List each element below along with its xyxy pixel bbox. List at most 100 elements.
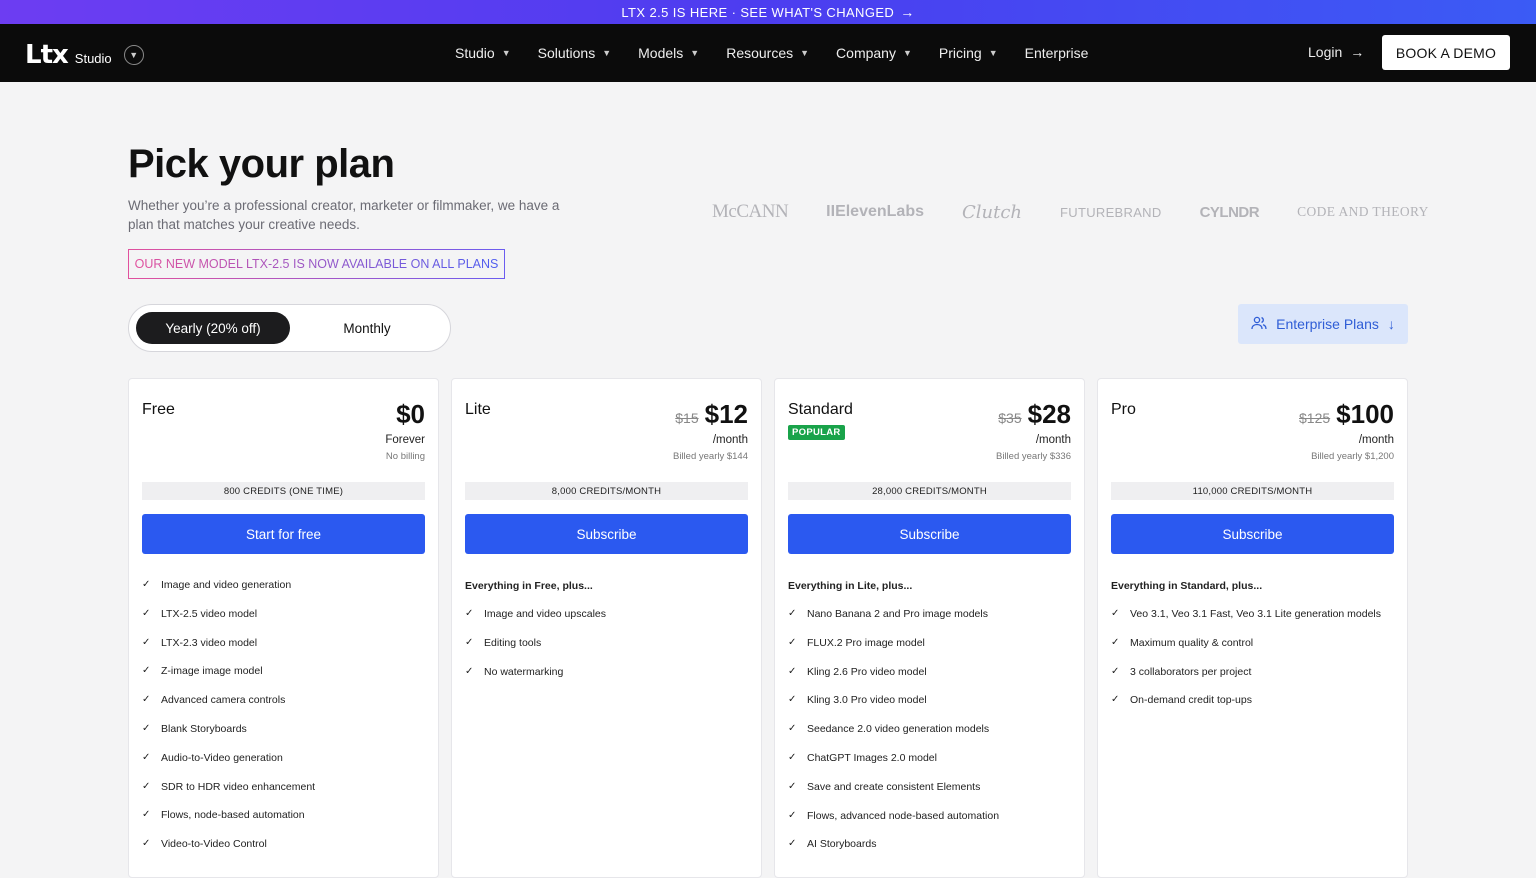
features-heading: Everything in Free, plus...: [465, 580, 593, 592]
feature-text: AI Storyboards: [807, 838, 877, 851]
nav-item-pricing[interactable]: Pricing ▼: [939, 45, 998, 61]
model-banner-text: OUR NEW MODEL LTX-2.5 IS NOW AVAILABLE O…: [134, 257, 499, 271]
feature-text: Video-to-Video Control: [161, 838, 267, 851]
feature-item: ✓ 3 collaborators per project: [1111, 666, 1401, 695]
plan-card-lite: Lite $15 $12/month Billed yearly $144 8,000 …: [451, 378, 762, 878]
feature-item: ✓ Editing tools: [465, 637, 755, 666]
feature-text: Image and video generation: [161, 579, 292, 591]
logo-sub: Studio: [74, 50, 112, 66]
billing-note: Billed yearly $144: [673, 451, 748, 462]
feature-text: Save and create consistent Elements: [807, 780, 981, 793]
logo[interactable]: Ltx Studio ▼: [25, 40, 144, 70]
chevron-down-icon[interactable]: ▼: [123, 45, 144, 65]
book-demo-button[interactable]: BOOK A DEMO: [1382, 35, 1510, 70]
feature-item: ✓ Z-image image model: [142, 665, 432, 694]
page-title: Pick your plan: [128, 142, 395, 186]
feature-item: ✓ Flows, advanced node-based automation: [788, 810, 1078, 839]
feature-text: Kling 2.6 Pro video model: [807, 665, 927, 678]
feature-text: Seedance 2.0 video generation models: [807, 723, 990, 736]
plan-price: $28: [1027, 399, 1071, 429]
brand-logo-cylndr: CYLNDR: [1199, 203, 1260, 221]
plan-card-standard: Standard POPULAR $35 $28/month Billed yearly…: [774, 378, 1085, 878]
feature-item: ✓ AI Storyboards: [788, 838, 1078, 867]
plan-price: $12: [704, 399, 748, 429]
plan-name: Standard: [788, 401, 853, 418]
check-icon: ✓: [142, 751, 151, 763]
plan-name: Free: [142, 401, 175, 418]
login-link[interactable]: Login →: [1308, 44, 1364, 60]
brand-logo-code-and-theory: CODE AND THEORY: [1297, 204, 1429, 219]
features-heading: Everything in Standard, plus...: [1111, 580, 1263, 592]
chevron-down-icon: ▼: [602, 48, 612, 58]
feature-item: ✓ Save and create consistent Elements: [788, 781, 1078, 810]
check-icon: ✓: [142, 838, 151, 850]
feature-list: ✓ Image and video upscales ✓ Editing tools ✓…: [465, 608, 755, 694]
subscribe-button[interactable]: Subscribe: [1111, 514, 1394, 554]
check-icon: ✓: [142, 607, 151, 619]
features-heading: Everything in Lite, plus...: [788, 580, 913, 592]
arrow-right-icon: →: [900, 4, 915, 20]
nav-item-label: Pricing: [938, 45, 982, 61]
billing-yearly-option[interactable]: Yearly (20% off): [136, 312, 290, 344]
feature-item: ✓ Kling 3.0 Pro video model: [788, 694, 1078, 723]
nav-item-enterprise[interactable]: Enterprise: [1025, 45, 1089, 61]
billing-monthly-option[interactable]: Monthly: [290, 312, 444, 344]
check-icon: ✓: [1111, 665, 1120, 677]
check-icon: ✓: [788, 636, 797, 648]
nav-item-label: Company: [836, 45, 896, 61]
nav-item-models[interactable]: Models ▼: [638, 45, 699, 61]
top-nav: Ltx Studio ▼ Studio ▼ Solutions ▼ Models ▼ Res…: [0, 24, 1536, 82]
feature-text: Kling 3.0 Pro video model: [807, 694, 927, 707]
credits-badge: 800 CREDITS (ONE TIME): [142, 482, 425, 500]
feature-item: ✓ Image and video generation: [142, 579, 432, 608]
brand-logo-elevenlabs: IIElevenLabs: [826, 203, 924, 220]
feature-item: ✓ Video-to-Video Control: [142, 838, 432, 867]
login-label: Login: [1308, 44, 1343, 60]
credits-badge: 110,000 CREDITS/MONTH: [1111, 482, 1394, 500]
plan-price: $100: [1336, 399, 1394, 429]
nav-item-solutions[interactable]: Solutions ▼: [538, 45, 612, 61]
feature-list: ✓ Nano Banana 2 and Pro image models ✓ FLUX…: [788, 608, 1078, 867]
billing-note: No billing: [385, 451, 425, 462]
arrow-down-icon: ↓: [1387, 316, 1395, 332]
check-icon: ✓: [788, 751, 797, 763]
brand-logo-futurebrand: FUTUREBRAND: [1060, 204, 1162, 220]
popular-badge: POPULAR: [788, 425, 845, 440]
check-icon: ✓: [142, 694, 151, 706]
price-row: $35 $28: [998, 399, 1071, 430]
subscribe-button[interactable]: Subscribe: [788, 514, 1071, 554]
feature-text: LTX-2.3 video model: [161, 636, 258, 649]
check-icon: ✓: [788, 694, 797, 706]
check-icon: ✓: [788, 809, 797, 821]
model-banner: OUR NEW MODEL LTX-2.5 IS NOW AVAILABLE O…: [128, 249, 505, 279]
feature-text: SDR to HDR video enhancement: [161, 780, 316, 793]
feature-text: Image and video upscales: [484, 608, 606, 620]
announcement-bar[interactable]: LTX 2.5 IS HERE · SEE WHAT'S CHANGED →: [0, 0, 1536, 24]
nav-item-company[interactable]: Company ▼: [836, 45, 912, 61]
chevron-down-icon: ▼: [902, 48, 912, 58]
credits-badge: 8,000 CREDITS/MONTH: [465, 482, 748, 500]
feature-text: Blank Storyboards: [161, 722, 247, 735]
check-icon: ✓: [142, 636, 151, 648]
nav-item-studio[interactable]: Studio ▼: [455, 45, 511, 61]
price-row: $15 $12: [675, 399, 748, 430]
nav-item-label: Models: [638, 45, 684, 61]
check-icon: ✓: [788, 608, 797, 619]
chevron-down-icon: ▼: [690, 48, 700, 58]
feature-item: ✓ Nano Banana 2 and Pro image models: [788, 608, 1078, 637]
subscribe-button[interactable]: Subscribe: [465, 514, 748, 554]
check-icon: ✓: [788, 838, 797, 850]
enterprise-plans-button[interactable]: Enterprise Plans ↓: [1238, 304, 1408, 344]
credits-badge: 28,000 CREDITS/MONTH: [788, 482, 1071, 500]
chevron-down-icon: ▼: [501, 48, 511, 58]
feature-text: Advanced camera controls: [161, 694, 286, 707]
nav-item-resources[interactable]: Resources ▼: [726, 45, 809, 61]
plan-price: $0: [396, 399, 425, 429]
check-icon: ✓: [1111, 636, 1120, 648]
feature-text: Maximum quality & control: [1130, 636, 1254, 649]
plan-period: /month: [1358, 434, 1394, 446]
feature-text: Flows, advanced node-based automation: [807, 809, 1000, 822]
feature-item: ✓ Advanced camera controls: [142, 694, 432, 723]
billing-note: Billed yearly $1,200: [1311, 451, 1394, 462]
start-free-button[interactable]: Start for free: [142, 514, 425, 554]
